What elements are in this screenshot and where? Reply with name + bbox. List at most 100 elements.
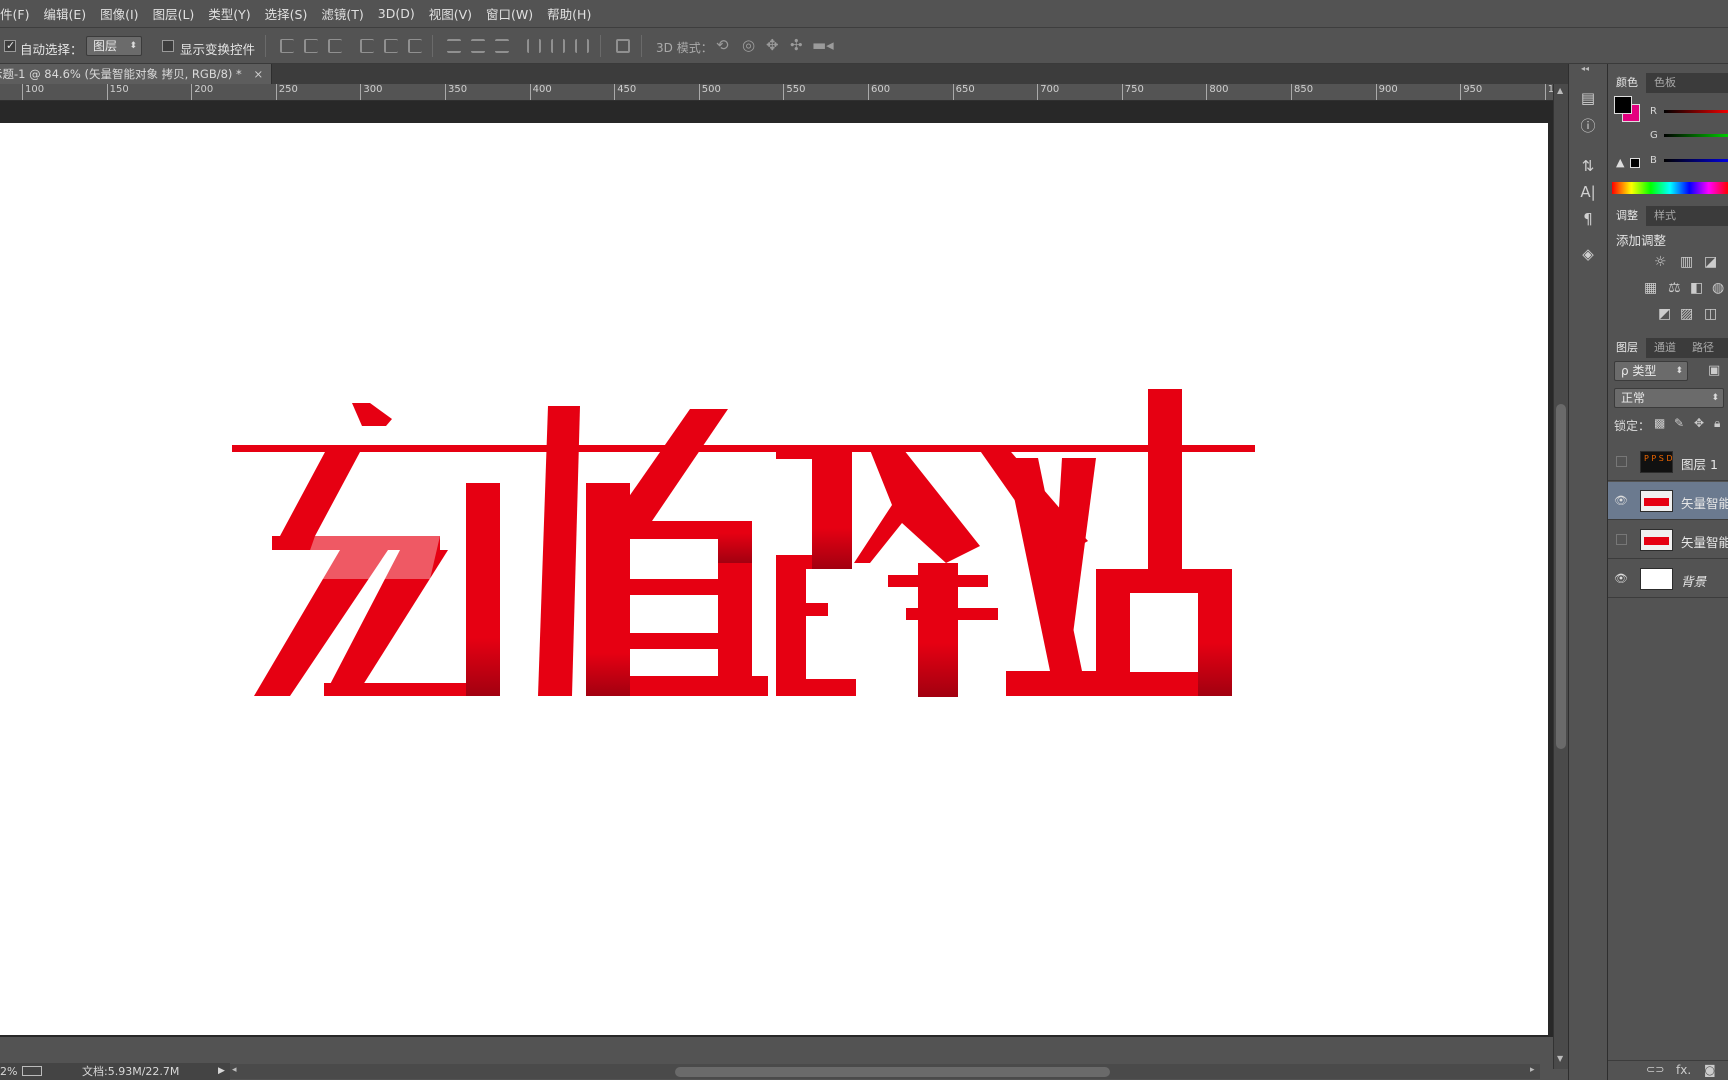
lock-transparent-icon[interactable]: ▩ <box>1654 416 1665 430</box>
options-bar: 自动选择： 图层 ⬍ 显示变换控件 3D 模式： ⟲ ◎ ✥ ✣ ▬◂ <box>0 29 1728 64</box>
scroll-left-icon[interactable]: ◂ <box>232 1065 237 1075</box>
scroll-down-icon[interactable]: ▼ <box>1557 1054 1563 1063</box>
g-slider[interactable] <box>1664 134 1728 137</box>
layer-row[interactable]: 👁︎ 背景 <box>1608 560 1728 598</box>
image-filter-icon[interactable]: ▣ <box>1708 363 1720 378</box>
menu-view[interactable]: 视图(V) <box>422 4 479 23</box>
distribute-top-icon[interactable] <box>447 39 461 53</box>
show-transform-checkbox[interactable] <box>162 40 174 52</box>
horizontal-scrollbar[interactable]: ◂ ▸ <box>230 1064 1540 1079</box>
tab-layers[interactable]: 图层 <box>1608 338 1646 358</box>
character-style-icon[interactable]: ⇅ <box>1578 156 1598 176</box>
auto-select-checkbox[interactable] <box>4 40 16 52</box>
menu-type[interactable]: 类型(Y) <box>201 4 257 23</box>
lock-all-icon[interactable]: 🔒︎ <box>1714 416 1720 431</box>
layer-visibility-toggle[interactable] <box>1616 456 1627 467</box>
align-vcenter-icon[interactable] <box>304 39 318 53</box>
blend-mode-dropdown[interactable]: 正常 ⬍ <box>1614 388 1724 408</box>
3d-roll-icon[interactable]: ◎ <box>742 36 755 54</box>
brightness-icon[interactable]: ☼ <box>1654 254 1667 270</box>
vertical-scroll-thumb[interactable] <box>1556 404 1566 749</box>
foreground-color-swatch[interactable] <box>1614 96 1632 114</box>
auto-select-value: 图层 <box>93 39 118 53</box>
tab-swatches[interactable]: 色板 <box>1646 73 1684 93</box>
selective-color-icon[interactable]: ◫ <box>1704 306 1717 322</box>
color-spectrum-bar[interactable] <box>1612 182 1728 194</box>
layer-row[interactable]: 矢量智能对象 <box>1608 521 1728 559</box>
auto-select-dropdown[interactable]: 图层 ⬍ <box>86 36 142 56</box>
distribute-vcenter-icon[interactable] <box>471 39 485 53</box>
menu-window[interactable]: 窗口(W) <box>479 4 540 23</box>
zoom-level[interactable]: 2% <box>0 1063 17 1080</box>
distribute-left-icon[interactable] <box>527 39 541 53</box>
align-left-icon[interactable] <box>360 39 374 53</box>
distribute-right-icon[interactable] <box>575 39 589 53</box>
document-canvas[interactable] <box>0 123 1548 1035</box>
tab-adjustments[interactable]: 调整 <box>1608 206 1646 226</box>
close-icon[interactable]: × <box>253 67 263 81</box>
history-icon[interactable]: ▤ <box>1578 88 1598 108</box>
eye-icon[interactable]: 👁︎ <box>1614 572 1628 586</box>
fx-button[interactable]: fx. <box>1676 1063 1691 1077</box>
black-white-icon[interactable]: ◧ <box>1690 280 1703 296</box>
menu-edit[interactable]: 编辑(E) <box>36 4 93 23</box>
channel-r-label: R <box>1650 106 1657 117</box>
eye-icon[interactable]: 👁︎ <box>1614 494 1628 508</box>
align-top-icon[interactable] <box>280 39 294 53</box>
menu-file[interactable]: 件(F) <box>0 4 36 23</box>
document-tab[interactable]: 示题-1 @ 84.6% (矢量智能对象 拷贝, RGB/8) * × <box>0 64 273 84</box>
3d-rotate-icon[interactable]: ⟲ <box>716 36 729 54</box>
b-slider[interactable] <box>1664 159 1728 162</box>
horizontal-scroll-thumb[interactable] <box>675 1067 1110 1077</box>
r-slider[interactable] <box>1664 110 1728 113</box>
tab-color[interactable]: 颜色 <box>1608 73 1646 93</box>
menu-select[interactable]: 选择(S) <box>258 4 315 23</box>
menu-help[interactable]: 帮助(H) <box>540 4 598 23</box>
tab-styles[interactable]: 样式 <box>1646 206 1684 226</box>
photo-filter-icon[interactable]: ◍ <box>1712 280 1724 296</box>
align-hcenter-icon[interactable] <box>384 39 398 53</box>
scroll-right-icon[interactable]: ▸ <box>1530 1065 1535 1075</box>
3d-slide-icon[interactable]: ✣ <box>790 36 803 54</box>
proof-icon[interactable] <box>22 1066 42 1076</box>
gamut-warning-icon[interactable]: ▲ <box>1616 156 1624 169</box>
levels-icon[interactable]: ▥ <box>1680 254 1693 270</box>
distribute-hcenter-icon[interactable] <box>551 39 565 53</box>
layer-filter-dropdown[interactable]: ρ 类型 ⬍ <box>1614 361 1688 381</box>
gradient-map-icon[interactable]: ▨ <box>1680 306 1693 322</box>
layer-name: 背景 <box>1681 574 1707 589</box>
character-icon[interactable]: A| <box>1578 182 1598 202</box>
3d-cube-icon[interactable]: ◈ <box>1578 244 1598 264</box>
menu-filter[interactable]: 滤镜(T) <box>314 4 370 23</box>
add-mask-icon[interactable]: ◙ <box>1704 1063 1716 1077</box>
scroll-up-icon[interactable]: ▲ <box>1557 86 1563 95</box>
vibrance-icon[interactable]: ▦ <box>1644 280 1657 296</box>
3d-scale-icon[interactable]: ▬◂ <box>812 36 834 54</box>
info-icon[interactable]: ⓘ <box>1578 116 1598 136</box>
link-layers-icon[interactable]: ⊂⊃ <box>1646 1063 1664 1076</box>
vertical-scrollbar[interactable]: ▲ ▼ <box>1553 84 1568 1069</box>
align-bottom-icon[interactable] <box>328 39 342 53</box>
auto-align-icon[interactable] <box>616 39 630 53</box>
color-balance-icon[interactable]: ⚖ <box>1668 280 1681 296</box>
layer-visibility-toggle[interactable] <box>1616 534 1627 545</box>
paragraph-icon[interactable]: ¶ <box>1578 209 1598 229</box>
ruler-tick: 850 <box>1291 84 1313 100</box>
layer-row[interactable]: P P S D 图层 1 <box>1608 443 1728 481</box>
menu-layer[interactable]: 图层(L) <box>146 4 202 23</box>
status-menu-arrow-icon[interactable]: ▶ <box>218 1063 225 1080</box>
collapse-panels-icon[interactable]: ◂◂ <box>1581 64 1589 73</box>
align-right-icon[interactable] <box>408 39 422 53</box>
menu-3d[interactable]: 3D(D) <box>371 6 422 21</box>
lock-position-icon[interactable]: ✥ <box>1694 416 1704 430</box>
menu-image[interactable]: 图像(I) <box>93 4 145 23</box>
lock-pixels-icon[interactable]: ✎ <box>1674 416 1684 430</box>
invert-icon[interactable]: ◩ <box>1658 306 1671 322</box>
layer-row-selected[interactable]: 👁︎ 矢量智能对象 拷贝 <box>1608 482 1728 520</box>
3d-pan-icon[interactable]: ✥ <box>766 36 779 54</box>
curves-icon[interactable]: ◪ <box>1704 254 1717 270</box>
web-safe-swatch[interactable] <box>1630 158 1640 168</box>
tab-paths[interactable]: 路径 <box>1684 338 1722 358</box>
distribute-bottom-icon[interactable] <box>495 39 509 53</box>
tab-channels[interactable]: 通道 <box>1646 338 1684 358</box>
